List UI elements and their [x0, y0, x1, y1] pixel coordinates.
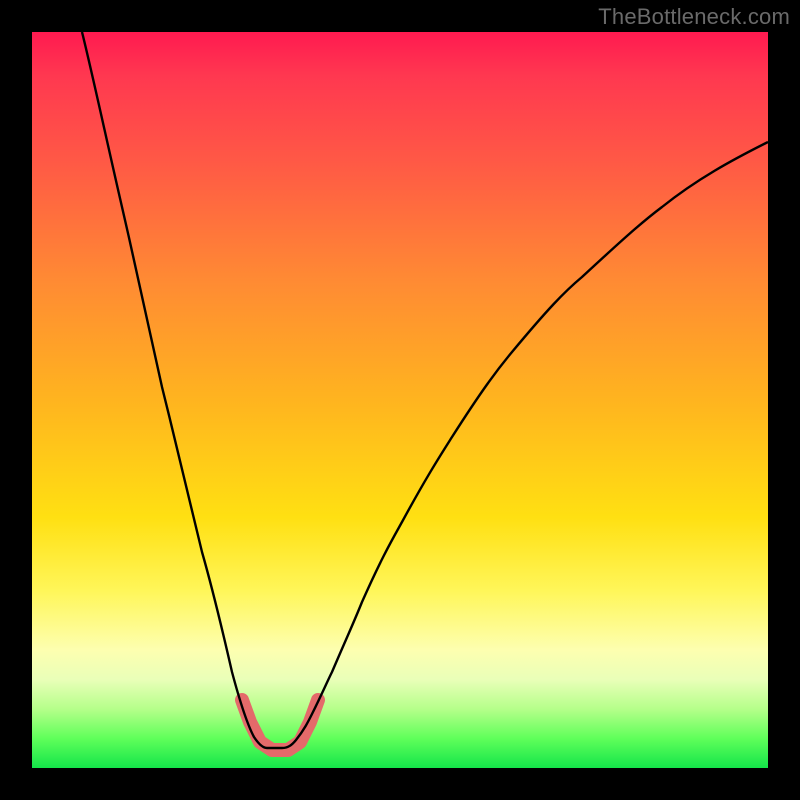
- chart-svg: [32, 32, 768, 768]
- curve-path: [82, 32, 768, 748]
- chart-frame: TheBottleneck.com: [0, 0, 800, 800]
- plot-area: [32, 32, 768, 768]
- watermark-text: TheBottleneck.com: [598, 4, 790, 30]
